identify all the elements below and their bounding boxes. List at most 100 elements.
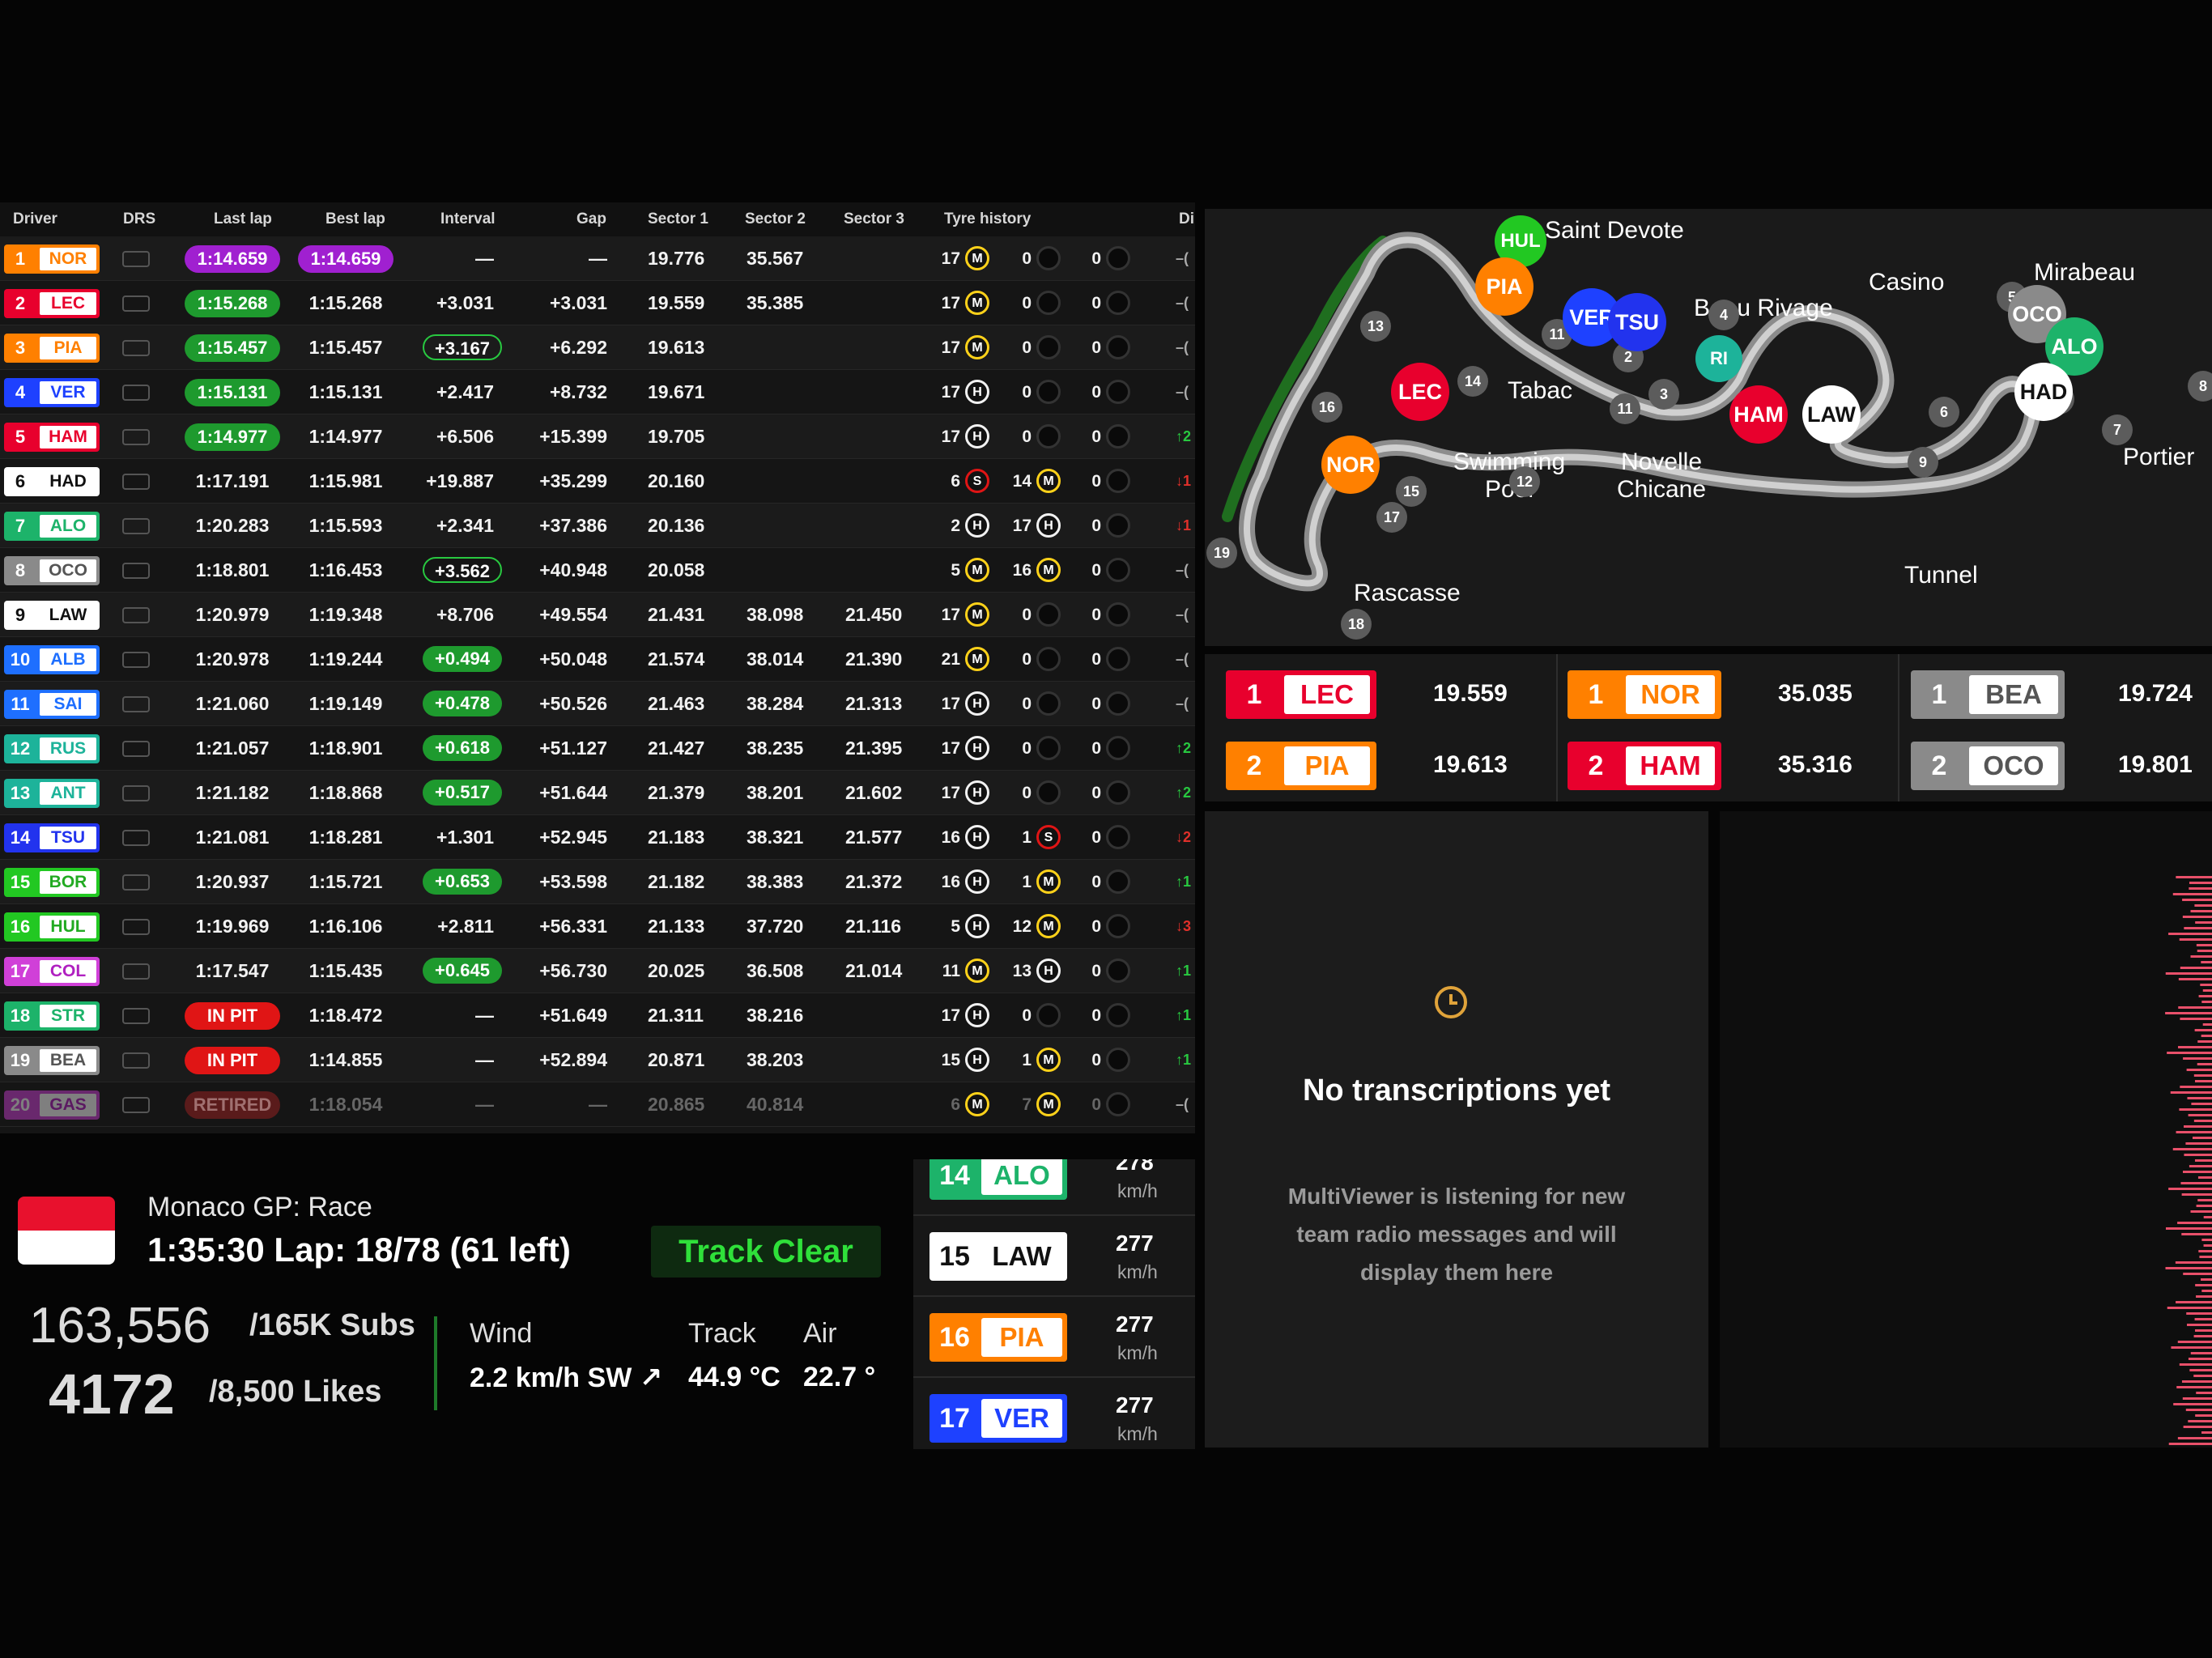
driver-code: PIA (40, 337, 96, 359)
position-number: 19 (10, 1050, 31, 1070)
driver-code: ANT (40, 782, 96, 805)
car-marker-tsu[interactable]: TSU (1608, 293, 1666, 351)
turn-marker: 11 (1610, 393, 1640, 424)
tyre-compound-icon: M (965, 602, 989, 627)
timing-row[interactable]: 18 STR IN PIT 1:18.472 — +51.649 21.311 38.216 1… (0, 993, 1195, 1038)
last-lap-time: 1:15.268 (185, 290, 280, 317)
speed-trap-row[interactable]: 17 VER 277 km/h (913, 1378, 1195, 1449)
timing-row[interactable]: 2 LEC 1:15.268 1:15.268 +3.031 +3.031 19.559 35… (0, 281, 1195, 325)
car-marker-lec[interactable]: LEC (1391, 363, 1449, 421)
speed-trap-row[interactable]: 14 ALO 278 km/h (913, 1159, 1195, 1216)
timing-row[interactable]: 15 BOR 1:20.937 1:15.721 +0.653 +53.598 21.182… (0, 860, 1195, 904)
driver-badge[interactable]: 12 RUS (4, 734, 100, 763)
timing-row[interactable]: 20 GAS RETIRED 1:18.054— —20.865 40.814 6 M 7 M 0–… (0, 1082, 1195, 1127)
driver-badge[interactable]: 9 LAW (4, 601, 100, 630)
driver-badge[interactable]: 18 STR (4, 1001, 100, 1031)
gap-value: +56.730 (539, 960, 607, 981)
sector-leader-badge[interactable]: 2 HAM (1568, 742, 1721, 790)
driver-badge[interactable]: 5 HAM (4, 423, 100, 452)
timing-row[interactable]: 5 HAM 1:14.977 1:14.977 +6.506 +15.399 19.705 1… (0, 414, 1195, 459)
column-header-drs[interactable]: DRS (123, 210, 155, 228)
last-lap-time: 1:21.057 (195, 738, 270, 759)
driver-badge[interactable]: 1 NOR (4, 244, 100, 274)
best-lap-time: 1:16.106 (308, 916, 383, 937)
driver-code: PIA (1284, 746, 1370, 785)
timing-row[interactable]: 12 RUS 1:21.057 1:18.901 +0.618 +51.127 21.427… (0, 726, 1195, 771)
sector-leader-badge[interactable]: 1 NOR (1568, 670, 1721, 719)
driver-badge[interactable]: 17 COL (4, 957, 100, 986)
car-marker-ri[interactable]: RI (1695, 335, 1742, 382)
audio-waveform (1720, 811, 2212, 1448)
column-header-last-lap[interactable]: Last lap (214, 210, 272, 228)
driver-badge[interactable]: 6 HAD (4, 467, 100, 496)
speed-trap-row[interactable]: 15 LAW 277 km/h (913, 1216, 1195, 1297)
timing-row[interactable]: 11 SAI 1:21.060 1:19.149 +0.478 +50.526 21.463… (0, 682, 1195, 726)
sector-2-time: 35.567 (747, 248, 804, 269)
car-marker-pia[interactable]: PIA (1475, 257, 1534, 316)
sector-leader-badge[interactable]: 1 BEA (1911, 670, 2065, 719)
tyre-laps: 15 (941, 1051, 960, 1069)
driver-badge[interactable]: 11 SAI (4, 690, 100, 719)
tyre-compound-icon: S (1036, 825, 1061, 849)
tyre-compound-icon (1106, 380, 1130, 404)
driver-badge[interactable]: 3 PIA (4, 334, 100, 363)
car-marker-ham[interactable]: HAM (1729, 385, 1788, 444)
tyre-laps: 0 (1022, 1006, 1032, 1025)
driver-badge[interactable]: 10 ALB (4, 645, 100, 674)
waveform-bar (2176, 876, 2212, 878)
sector-leader-badge[interactable]: 1 LEC (1226, 670, 1376, 719)
waveform-bar (2189, 1369, 2212, 1371)
column-header-sector-2[interactable]: Sector 2 (745, 210, 806, 228)
driver-badge[interactable]: 7 ALO (4, 512, 100, 541)
timing-row[interactable]: 6 HAD 1:17.191 1:15.981 +19.887 +35.299 20.160… (0, 459, 1195, 504)
tyre-laps: 0 (1022, 650, 1032, 669)
driver-badge[interactable]: 8 OCO (4, 556, 100, 585)
timing-row[interactable]: 4 VER 1:15.131 1:15.131 +2.417 +8.732 19.671 17… (0, 370, 1195, 414)
driver-badge[interactable]: 4 VER (4, 378, 100, 407)
timing-row[interactable]: 16 HUL 1:19.969 1:16.106 +2.811 +56.331 21.133… (0, 904, 1195, 949)
position-change: ↑1 (1176, 874, 1192, 890)
column-header-driver[interactable]: Driver (13, 210, 57, 228)
gap-value: +52.894 (539, 1049, 607, 1070)
tyre-laps: 0 (1091, 1051, 1101, 1069)
timing-row[interactable]: 9 LAW 1:20.979 1:19.348 +8.706 +49.554 21.431 3… (0, 593, 1195, 637)
car-marker-law[interactable]: LAW (1802, 385, 1861, 444)
driver-badge[interactable]: 19 BEA (4, 1046, 100, 1075)
column-header-sector-3[interactable]: Sector 3 (844, 210, 904, 228)
column-header-best-lap[interactable]: Best lap (325, 210, 385, 228)
tyre-compound-icon: M (965, 291, 989, 315)
timing-row[interactable]: 14 TSU 1:21.081 1:18.281 +1.301 +52.945 21.183… (0, 815, 1195, 860)
column-header-interval[interactable]: Interval (440, 210, 496, 228)
timing-row[interactable]: 8 OCO 1:18.801 1:16.453 +3.562 +40.948 20.058 5… (0, 548, 1195, 593)
timing-row[interactable]: 7 ALO 1:20.283 1:15.593 +2.341 +37.386 20.136 2… (0, 504, 1195, 548)
corner-rascasse: Rascasse (1354, 580, 1461, 606)
timing-row[interactable]: 10 ALB 1:20.978 1:19.244 +0.494 +50.048 21.574… (0, 637, 1195, 682)
timing-row[interactable]: 13 ANT 1:21.182 1:18.868 +0.517 +51.644 21.379… (0, 771, 1195, 815)
column-header-sector-1[interactable]: Sector 1 (648, 210, 708, 228)
sector-leader-badge[interactable]: 2 OCO (1911, 742, 2065, 790)
column-header-gap[interactable]: Gap (576, 210, 606, 228)
column-header-tyre-history[interactable]: Tyre history (944, 210, 1031, 228)
car-marker-had[interactable]: HAD (2014, 363, 2073, 421)
air-temp-value: 22.7 ° (803, 1362, 876, 1392)
driver-badge[interactable]: 16 HUL (4, 912, 100, 942)
driver-badge[interactable]: 20 GAS (4, 1090, 100, 1120)
driver-badge[interactable]: 14 TSU (4, 823, 100, 852)
waveform-bar (2194, 1080, 2212, 1082)
position-number: 15 (10, 872, 31, 892)
speed-trap-row[interactable]: 16 PIA 277 km/h (913, 1297, 1195, 1378)
car-marker-nor[interactable]: NOR (1321, 436, 1380, 494)
column-header-di[interactable]: Di (1179, 210, 1194, 228)
driver-badge[interactable]: 2 LEC (4, 289, 100, 318)
position-number: 2 (15, 293, 26, 313)
waveform-bar (2197, 950, 2212, 952)
timing-row[interactable]: 3 PIA 1:15.457 1:15.457 +3.167 +6.292 19.613 17… (0, 325, 1195, 370)
sector-leader-badge[interactable]: 2 PIA (1226, 742, 1376, 790)
timing-row[interactable]: 19 BEA IN PIT 1:14.855 — +52.894 20.871 38.203 1… (0, 1038, 1195, 1082)
driver-badge[interactable]: 15 BOR (4, 868, 100, 897)
timing-row[interactable]: 17 COL 1:17.547 1:15.435 +0.645 +56.730 20.025… (0, 949, 1195, 993)
waveform-bar (2193, 1375, 2212, 1377)
waveform-bar (2194, 1029, 2212, 1031)
timing-row[interactable]: 1 NOR 1:14.659 1:14.659 — — 19.776 35.567 17 M 0 0 –… (0, 236, 1195, 281)
driver-badge[interactable]: 13 ANT (4, 779, 100, 808)
